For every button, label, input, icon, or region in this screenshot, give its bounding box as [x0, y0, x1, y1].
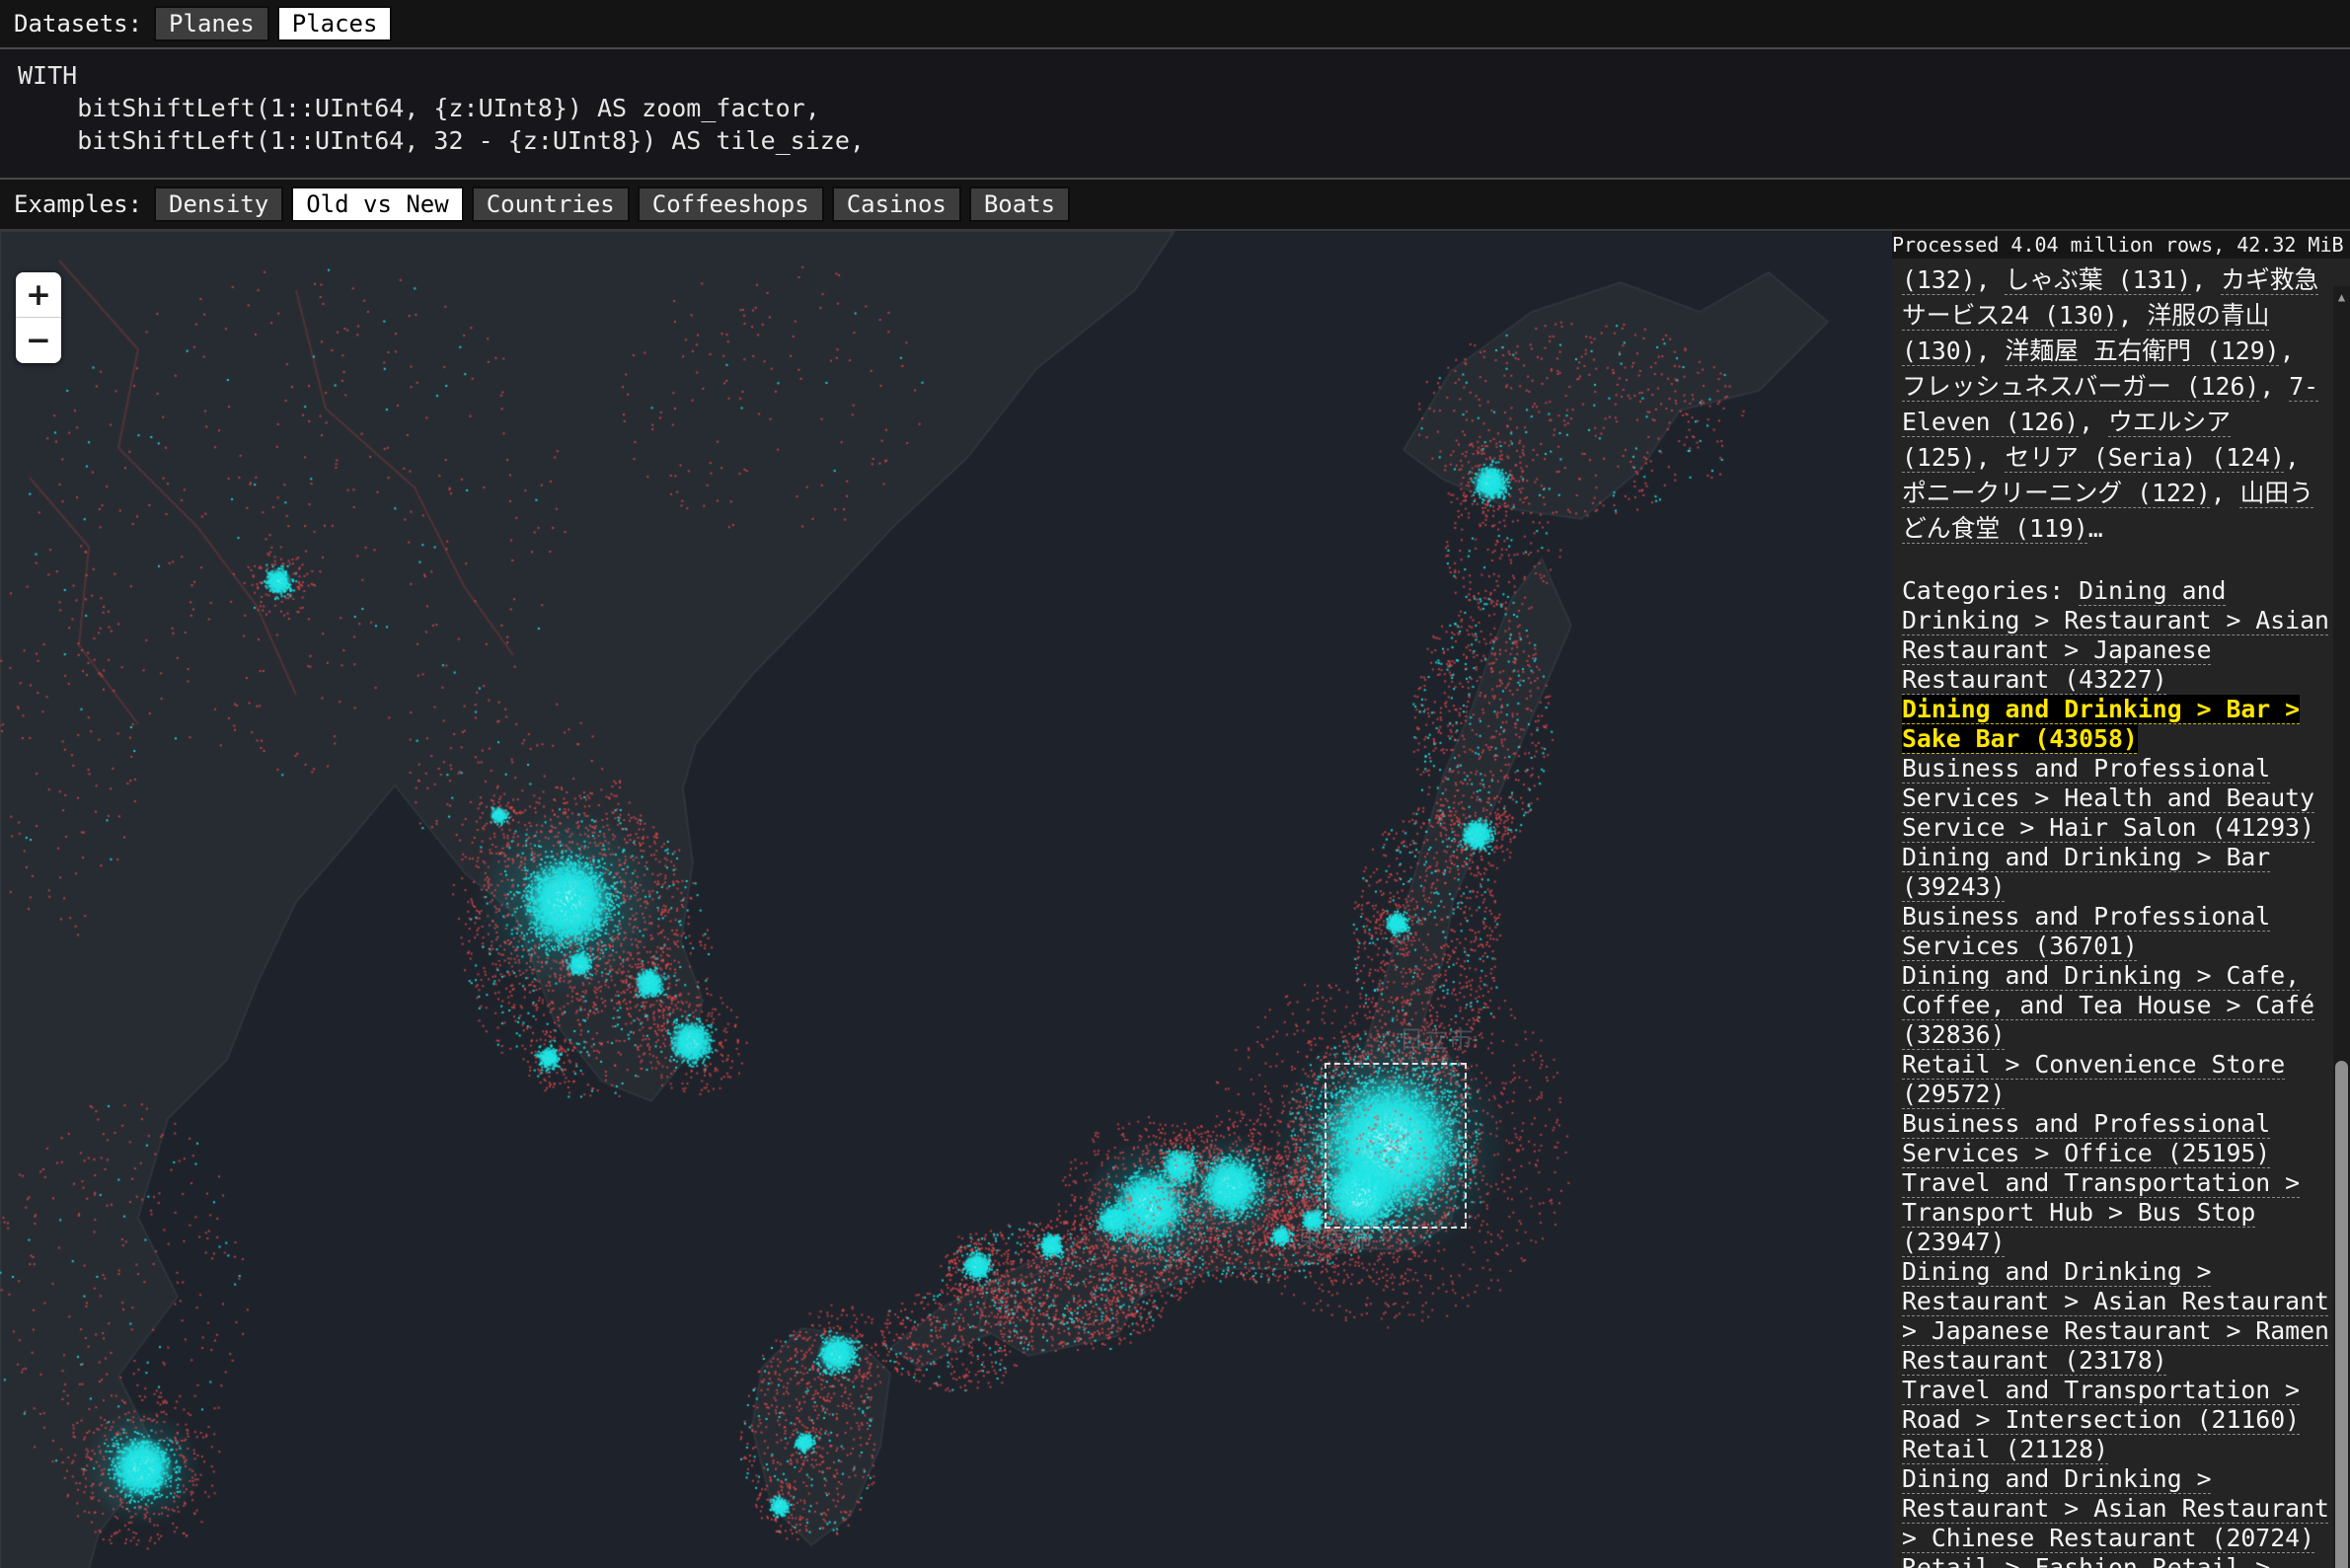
- example-button-casinos[interactable]: Casinos: [832, 187, 961, 222]
- category-link[interactable]: Dining and Drinking > Cafe, Coffee, and …: [1902, 961, 2314, 1049]
- category-link-selected[interactable]: Dining and Drinking > Bar > Sake Bar (43…: [1902, 695, 2300, 753]
- results-list: (132), しゃぶ葉 (131), カギ救急サービス24 (130), 洋服の…: [1902, 262, 2329, 1568]
- main-area: + − 日立市東京都 Processed 4.04 million rows, …: [0, 231, 2350, 1568]
- map-zoom-control: + −: [16, 272, 61, 363]
- category-row: Dining and Drinking > Bar (39243): [1902, 843, 2329, 902]
- examples-label: Examples:: [14, 190, 142, 218]
- map-selection-box[interactable]: [1325, 1063, 1467, 1229]
- category-link[interactable]: Dining and Drinking > Restaurant > Asian…: [1902, 1464, 2329, 1552]
- map-zoom-out-button[interactable]: −: [16, 318, 61, 363]
- top-name-link[interactable]: セリア (Seria) (124): [2006, 443, 2285, 472]
- sql-line: bitShiftLeft(1::UInt64, 32 - {z:UInt8}) …: [18, 124, 2350, 157]
- map-zoom-in-button[interactable]: +: [16, 272, 61, 318]
- sql-editor[interactable]: WITH bitShiftLeft(1::UInt64, {z:UInt8}) …: [0, 49, 2350, 180]
- category-row: Categories: Dining and Drinking > Restau…: [1902, 576, 2329, 695]
- category-link[interactable]: Dining and Drinking > Bar (39243): [1902, 843, 2270, 901]
- app-root: Datasets: PlanesPlaces WITH bitShiftLeft…: [0, 0, 2350, 1568]
- sidebar-scrollbar[interactable]: ▲: [2333, 286, 2350, 1568]
- category-row: Dining and Drinking > Restaurant > Asian…: [1902, 1257, 2329, 1376]
- top-name-link[interactable]: (132): [1902, 265, 1976, 294]
- results-panel: Processed 4.04 million rows, 42.32 MiB (…: [1892, 231, 2350, 1568]
- category-row: Travel and Transportation > Transport Hu…: [1902, 1168, 2329, 1257]
- map-place-label: 日立市: [1399, 1020, 1473, 1056]
- category-row: Business and Professional Services > Off…: [1902, 1109, 2329, 1168]
- example-button-coffeeshops[interactable]: Coffeeshops: [638, 187, 824, 222]
- category-row: Dining and Drinking > Restaurant > Asian…: [1902, 1464, 2329, 1553]
- category-link[interactable]: Retail > Convenience Store (29572): [1902, 1050, 2285, 1108]
- category-link[interactable]: Business and Professional Services (3670…: [1902, 902, 2270, 960]
- sql-line: WITH: [18, 59, 2350, 92]
- category-row: Retail > Convenience Store (29572): [1902, 1050, 2329, 1109]
- scroll-up-arrow[interactable]: ▲: [2333, 286, 2350, 308]
- category-link[interactable]: Retail > Fashion Retail > Clothing Store…: [1902, 1553, 2270, 1568]
- example-button-boats[interactable]: Boats: [969, 187, 1070, 222]
- top-names-block: (132), しゃぶ葉 (131), カギ救急サービス24 (130), 洋服の…: [1902, 262, 2329, 547]
- category-row: Dining and Drinking > Bar > Sake Bar (43…: [1902, 695, 2329, 754]
- categories-block: Categories: Dining and Drinking > Restau…: [1902, 576, 2329, 1568]
- category-link[interactable]: Business and Professional Services > Hea…: [1902, 754, 2314, 842]
- example-button-countries[interactable]: Countries: [472, 187, 630, 222]
- category-link[interactable]: Travel and Transportation > Transport Hu…: [1902, 1168, 2300, 1256]
- example-button-old-vs-new[interactable]: Old vs New: [291, 187, 464, 222]
- top-name-link[interactable]: フレッシュネスバーガー (126): [1902, 372, 2259, 401]
- category-link[interactable]: Dining and Drinking > Restaurant > Asian…: [1902, 1257, 2329, 1375]
- examples-bar: Examples: DensityOld vs NewCountriesCoff…: [0, 180, 2350, 231]
- top-name-link[interactable]: 洋麺屋 五右衛門 (129): [2006, 336, 2280, 365]
- category-row: Retail > Fashion Retail > Clothing Store…: [1902, 1553, 2329, 1568]
- results-scroll-area: (132), しゃぶ葉 (131), カギ救急サービス24 (130), 洋服の…: [1892, 259, 2350, 1568]
- datasets-bar: Datasets: PlanesPlaces: [0, 0, 2350, 49]
- dataset-button-group: PlanesPlaces: [154, 6, 392, 41]
- category-link[interactable]: Business and Professional Services > Off…: [1902, 1109, 2270, 1167]
- scrollbar-thumb[interactable]: [2335, 1061, 2348, 1568]
- category-link[interactable]: Travel and Transportation > Road > Inter…: [1902, 1376, 2300, 1434]
- dataset-button-planes[interactable]: Planes: [154, 6, 269, 41]
- top-name-link[interactable]: ポニークリーニング (122): [1902, 479, 2211, 507]
- category-row: Dining and Drinking > Cafe, Coffee, and …: [1902, 961, 2329, 1050]
- category-row: Business and Professional Services > Hea…: [1902, 754, 2329, 843]
- dataset-button-places[interactable]: Places: [277, 6, 393, 41]
- datasets-label: Datasets:: [14, 10, 142, 37]
- categories-label: Categories:: [1902, 576, 2079, 605]
- category-link[interactable]: Retail (21128): [1902, 1435, 2108, 1463]
- example-button-group: DensityOld vs NewCountriesCoffeeshopsCas…: [154, 187, 1070, 222]
- map[interactable]: + − 日立市東京都: [0, 231, 1892, 1568]
- category-row: Travel and Transportation > Road > Inter…: [1902, 1376, 2329, 1435]
- query-status: Processed 4.04 million rows, 42.32 MiB: [1892, 231, 2350, 259]
- sql-line: bitShiftLeft(1::UInt64, {z:UInt8}) AS zo…: [18, 92, 2350, 124]
- map-canvas[interactable]: [0, 231, 1892, 1568]
- category-row: Business and Professional Services (3670…: [1902, 902, 2329, 961]
- top-name-link[interactable]: しゃぶ葉 (131): [2006, 265, 2192, 294]
- category-row: Retail (21128): [1902, 1435, 2329, 1464]
- example-button-density[interactable]: Density: [154, 187, 283, 222]
